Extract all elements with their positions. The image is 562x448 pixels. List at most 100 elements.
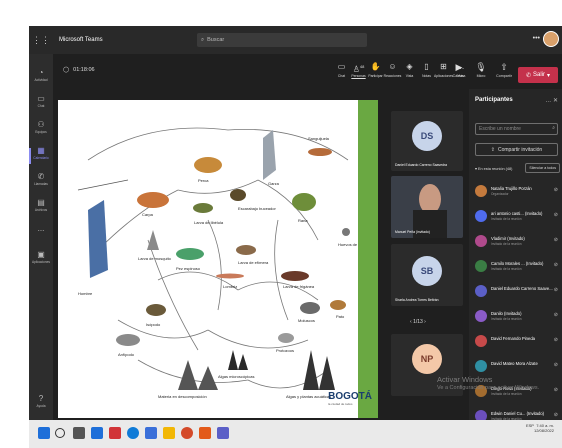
participant-name: David Fernando Pineda bbox=[491, 336, 535, 341]
office-icon[interactable] bbox=[109, 427, 121, 439]
app-launcher-icon[interactable]: ⋮⋮ bbox=[29, 26, 53, 54]
rail-calendar[interactable]: ▦ Calendario bbox=[29, 146, 53, 168]
search-placeholder: Buscar bbox=[207, 37, 225, 43]
participant-name: Vladimir (Invitado) bbox=[491, 236, 525, 241]
mute-all-button[interactable]: Silenciar a todos bbox=[525, 163, 560, 173]
participant-search-input[interactable]: Escribe un nombre ⌕ bbox=[475, 123, 558, 135]
teams-icon[interactable] bbox=[217, 427, 229, 439]
chat-button[interactable]: ▭ Chat bbox=[333, 62, 350, 78]
participant-row[interactable]: Vladimir (Invitado) Invitado de la reunió… bbox=[469, 232, 562, 256]
system-tray[interactable]: ESP 7:40 a. m. 12/08/2022 bbox=[526, 423, 554, 433]
control-label: Personas bbox=[351, 74, 366, 78]
label-heron: Garza bbox=[268, 181, 280, 186]
windows-start-icon[interactable] bbox=[38, 427, 50, 439]
session-label[interactable]: ▾ En esta reunión (48) bbox=[475, 166, 512, 171]
activate-windows-watermark: Activar Windows Ve a Configuración para … bbox=[437, 375, 539, 393]
firefox-icon[interactable] bbox=[199, 427, 211, 439]
tile-pager[interactable]: ‹ 1/13 › bbox=[410, 319, 426, 325]
participant-tile[interactable]: SB Sharla Andrea Torres Beltrán bbox=[391, 244, 463, 306]
avatar: SB bbox=[412, 256, 442, 286]
mic-off-icon: ⊘ bbox=[553, 337, 558, 343]
reactions-button[interactable]: ☺ Reacciones bbox=[383, 62, 402, 78]
participant-row[interactable]: David Fernando Pineda ⊘ bbox=[469, 332, 562, 356]
logo-text: BOGOTÁ bbox=[328, 391, 372, 402]
participant-row[interactable]: Daniel Eduardo Carreno Saave... ⊘ bbox=[469, 282, 562, 306]
participant-row[interactable]: Danilo (Invitado) Invitado de la reunión ⊘ bbox=[469, 307, 562, 331]
label-algae: Algas microscópicas bbox=[218, 374, 254, 379]
mic-off-icon: ⊘ bbox=[553, 237, 558, 243]
avatar bbox=[475, 285, 487, 297]
frog bbox=[292, 193, 316, 211]
avatar bbox=[475, 310, 487, 322]
mic-button[interactable]: 🎙 Micro bbox=[470, 62, 492, 78]
notes-button[interactable]: ▯ Notas bbox=[418, 62, 435, 78]
app-rail: ◔ Actividad ▭ Chat ⚇ Equipos ▦ Calendario ✆ L… bbox=[29, 54, 53, 448]
folder-icon[interactable] bbox=[163, 427, 175, 439]
chrome-icon[interactable] bbox=[181, 427, 193, 439]
carp-fish bbox=[137, 192, 169, 208]
file-icon: ▤ bbox=[37, 198, 45, 207]
avatar bbox=[475, 360, 487, 372]
teams-window: ⋮⋮ Microsoft Teams ⌕ Buscar ••• ◔ Activid… bbox=[29, 26, 562, 448]
search-icon: ⌕ bbox=[552, 125, 555, 131]
heron bbox=[263, 130, 276, 180]
participant-tile-video[interactable]: Manuel Peña (invitado) bbox=[391, 176, 463, 238]
rail-label: Actividad bbox=[34, 78, 48, 82]
search-icon[interactable] bbox=[55, 428, 65, 438]
perch-fish bbox=[194, 157, 222, 173]
share-invite-button[interactable]: ⇪ Compartir invitación bbox=[475, 143, 558, 156]
dragonfly-larva bbox=[193, 203, 213, 213]
protozoa bbox=[278, 333, 294, 343]
rail-activity[interactable]: ◔ Actividad bbox=[29, 68, 53, 90]
mail-icon[interactable] bbox=[91, 427, 103, 439]
raise-hand-button[interactable]: ✋ Participar bbox=[367, 62, 384, 78]
mic-icon: 🎙 bbox=[475, 62, 487, 72]
rail-more[interactable]: ... bbox=[29, 224, 53, 246]
tile-name: Sharla Andrea Torres Beltrán bbox=[395, 298, 439, 302]
food-web-illustration: Sanguijuela Perca Garza Escarabajo bucea… bbox=[77, 127, 369, 399]
label-decomposing: Materia en descomposición bbox=[158, 394, 207, 399]
rail-label: Llamadas bbox=[34, 182, 48, 186]
rail-calls[interactable]: ✆ Llamadas bbox=[29, 172, 53, 194]
app-title: Microsoft Teams bbox=[59, 37, 103, 43]
control-label: Reacciones bbox=[383, 74, 402, 78]
task-view-icon[interactable] bbox=[73, 427, 85, 439]
edge-icon[interactable] bbox=[127, 427, 139, 439]
avatar[interactable] bbox=[543, 31, 559, 47]
store-icon[interactable] bbox=[145, 427, 157, 439]
more-icon[interactable]: ••• bbox=[533, 35, 540, 42]
green-band bbox=[358, 100, 378, 418]
hand-icon: ✋ bbox=[370, 62, 381, 71]
mic-label: Micro bbox=[476, 74, 486, 78]
notes-icon: ▯ bbox=[424, 62, 429, 71]
close-icon[interactable]: … ✕ bbox=[545, 97, 558, 104]
leave-button[interactable]: ✆ Salir ▾ bbox=[518, 67, 558, 83]
people-button[interactable]: ♙48 Personas bbox=[350, 62, 367, 78]
participant-row[interactable]: ari antonio casti... (Invitado) Invitado … bbox=[469, 207, 562, 231]
rail-chat[interactable]: ▭ Chat bbox=[29, 94, 53, 116]
view-button[interactable]: ◈ Vista bbox=[401, 62, 418, 78]
label-carp: Carpa bbox=[142, 212, 154, 217]
rail-apps[interactable]: ▣ Aplicaciones bbox=[29, 250, 53, 272]
rail-help[interactable]: ? Ayuda bbox=[29, 394, 53, 416]
camera-button[interactable]: ▶ Cámara bbox=[448, 62, 470, 78]
participant-row[interactable]: Camilo Morales ... (Invitado) Invitado de… bbox=[469, 257, 562, 281]
leave-label: Salir bbox=[533, 72, 546, 78]
more-icon: ... bbox=[37, 224, 45, 233]
fisherman bbox=[88, 200, 108, 278]
label-dragonfly: Larva de libélula bbox=[194, 220, 224, 225]
rail-teams[interactable]: ⚇ Equipos bbox=[29, 120, 53, 142]
participant-tile[interactable]: DS Daniel Eduardo Carreno Saavedra bbox=[391, 111, 463, 171]
chevron-down-icon: ▾ bbox=[547, 72, 551, 79]
share-invite-label: Compartir invitación bbox=[498, 146, 543, 153]
search-input[interactable]: ⌕ Buscar bbox=[197, 33, 367, 47]
rail-files[interactable]: ▤ Archivos bbox=[29, 198, 53, 220]
participant-name: David Mateo Mora Alzate bbox=[491, 361, 538, 366]
pager-text: 1/13 bbox=[413, 319, 423, 325]
share-button[interactable]: ⇧ Compartir bbox=[493, 62, 515, 78]
label-earthworm: Lombriz bbox=[223, 284, 237, 289]
rail-label: Equipos bbox=[35, 130, 47, 134]
phone-hangup-icon: ✆ bbox=[525, 72, 531, 79]
chat-icon: ▭ bbox=[37, 94, 45, 103]
participant-row[interactable]: Natalia Trujillo Porzán Organizador ⊘ bbox=[469, 182, 562, 206]
